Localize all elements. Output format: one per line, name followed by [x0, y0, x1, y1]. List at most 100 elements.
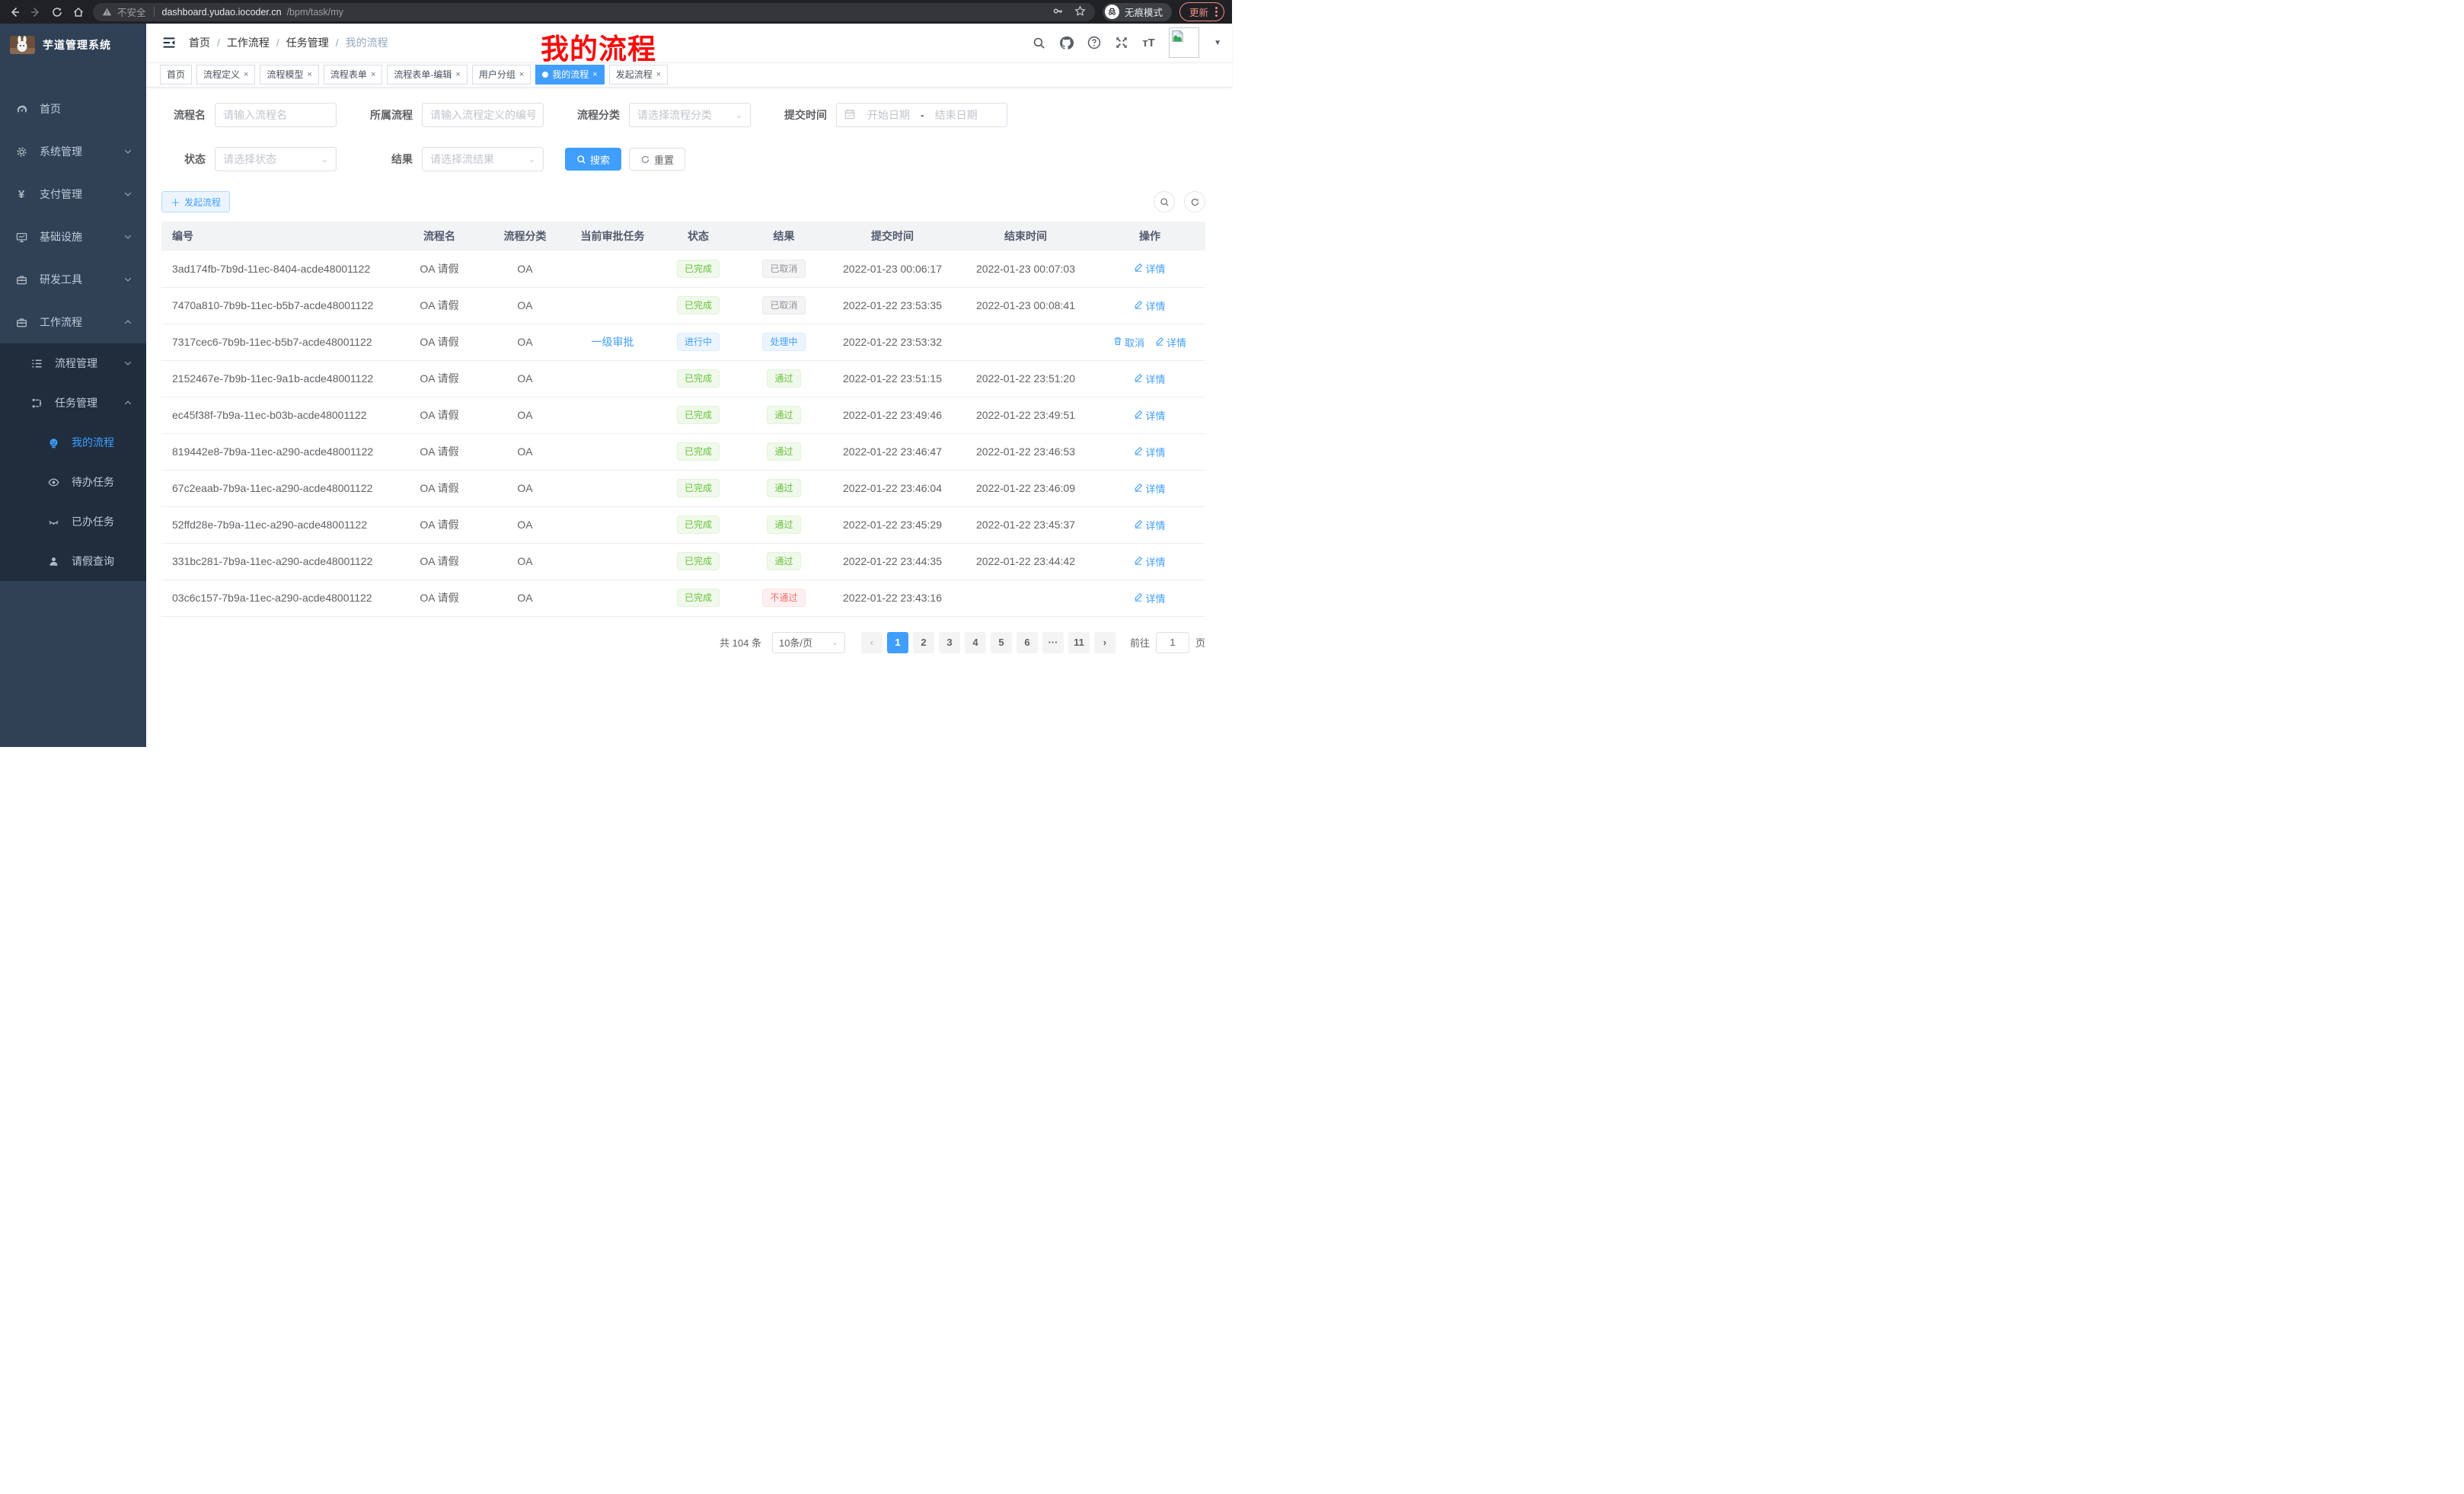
- header-search-icon[interactable]: [1032, 36, 1046, 50]
- fullscreen-icon[interactable]: [1114, 36, 1128, 50]
- url-host[interactable]: dashboard.yudao.iocoder.cn: [162, 7, 282, 18]
- browser-reload-icon[interactable]: [50, 5, 64, 19]
- gear-icon: [15, 145, 27, 158]
- start-date-placeholder[interactable]: 开始日期: [867, 107, 910, 123]
- reset-button[interactable]: 重置: [629, 148, 685, 171]
- sidebar-item-payment-mgmt[interactable]: ¥支付管理: [0, 173, 146, 215]
- sidebar-item-workflow[interactable]: 工作流程: [0, 301, 146, 343]
- detail-action-link[interactable]: 详情: [1155, 335, 1186, 350]
- detail-action-link[interactable]: 详情: [1134, 372, 1165, 386]
- submit-time: 2022-01-22 23:43:16: [828, 579, 957, 616]
- sidebar-item-done-task[interactable]: 已办任务: [0, 502, 146, 541]
- dashboard-icon: [15, 103, 27, 115]
- end-date-placeholder[interactable]: 结束日期: [935, 107, 978, 123]
- next-page-button[interactable]: ›: [1094, 632, 1116, 653]
- avatar-caret-icon[interactable]: ▼: [1214, 39, 1221, 47]
- detail-action-link[interactable]: 详情: [1134, 261, 1165, 276]
- browser-home-icon[interactable]: [72, 5, 85, 19]
- process-name-input[interactable]: 请输入流程名: [215, 103, 337, 127]
- sidebar-item-my-process[interactable]: 我的流程: [0, 423, 146, 462]
- sidebar-item-task-mgmt[interactable]: 任务管理: [0, 383, 146, 423]
- tab-首页[interactable]: 首页: [160, 65, 192, 85]
- tab-我的流程[interactable]: 我的流程×: [535, 65, 604, 85]
- browser-back-icon[interactable]: [8, 5, 21, 19]
- app-logo-row[interactable]: 芋道管理系统: [0, 24, 146, 66]
- process-id: 7470a810-7b9b-11ec-b5b7-acde48001122: [161, 287, 397, 324]
- page-button-4[interactable]: 4: [965, 632, 986, 653]
- status-select[interactable]: 请选择状态⌄: [215, 147, 337, 171]
- detail-action-link[interactable]: 详情: [1134, 591, 1165, 605]
- github-icon[interactable]: [1059, 36, 1074, 50]
- not-secure-label[interactable]: 不安全: [117, 5, 146, 19]
- address-bar[interactable]: 不安全 dashboard.yudao.iocoder.cn/bpm/task/…: [93, 3, 1095, 21]
- submit-time: 2022-01-22 23:53:32: [828, 324, 957, 360]
- chevron-down-icon: [123, 359, 132, 368]
- breadcrumb-workflow[interactable]: 工作流程: [227, 35, 270, 50]
- detail-action-link[interactable]: 详情: [1134, 554, 1165, 569]
- category-select[interactable]: 请选择流程分类⌄: [629, 103, 751, 127]
- process-definition-input[interactable]: 请输入流程定义的编号: [422, 103, 544, 127]
- sidebar-collapse-icon[interactable]: [161, 35, 177, 50]
- detail-action-link[interactable]: 详情: [1134, 445, 1165, 459]
- tab-流程表单[interactable]: 流程表单×: [324, 65, 382, 85]
- prev-page-button[interactable]: ‹: [861, 632, 883, 653]
- pager-ellipsis[interactable]: ···: [1042, 632, 1064, 653]
- page-size-select[interactable]: 10条/页⌄: [772, 632, 845, 653]
- cancel-action-link[interactable]: 取消: [1113, 335, 1144, 350]
- sidebar-item-system-mgmt[interactable]: 系统管理: [0, 130, 146, 173]
- sidebar-item-infrastructure[interactable]: 基础设施: [0, 215, 146, 258]
- app-title: 芋道管理系统: [43, 37, 111, 53]
- table-row: 331bc281-7b9a-11ec-a290-acde48001122OA 请…: [161, 543, 1205, 579]
- row-actions: 详情: [1094, 397, 1205, 433]
- close-icon[interactable]: ×: [455, 70, 460, 79]
- column-header: 结果: [740, 222, 828, 251]
- result-select[interactable]: 请选择流结果⌄: [422, 147, 544, 171]
- tab-流程定义[interactable]: 流程定义×: [196, 65, 255, 85]
- breadcrumb-task-mgmt[interactable]: 任务管理: [286, 35, 329, 50]
- close-icon[interactable]: ×: [592, 70, 597, 79]
- tab-发起流程[interactable]: 发起流程×: [609, 65, 668, 85]
- close-icon[interactable]: ×: [371, 70, 375, 79]
- sidebar-item-process-mgmt[interactable]: 流程管理: [0, 343, 146, 383]
- bookmark-star-icon[interactable]: [1074, 5, 1086, 19]
- search-button[interactable]: 搜索: [565, 148, 621, 171]
- close-icon[interactable]: ×: [244, 70, 248, 79]
- browser-menu-icon[interactable]: [1215, 7, 1218, 17]
- breadcrumb-home[interactable]: 首页: [189, 35, 210, 50]
- sidebar-item-home[interactable]: 首页: [0, 88, 146, 130]
- page-button-2[interactable]: 2: [913, 632, 934, 653]
- browser-update-button[interactable]: 更新: [1179, 2, 1224, 21]
- status-badge: 已完成: [677, 296, 720, 314]
- sidebar-item-leave-query[interactable]: 请假查询: [0, 541, 146, 581]
- font-size-icon[interactable]: ᴛT: [1141, 36, 1156, 50]
- tab-流程模型[interactable]: 流程模型×: [260, 65, 318, 85]
- sidebar-item-dev-tools[interactable]: 研发工具: [0, 258, 146, 301]
- close-icon[interactable]: ×: [307, 70, 311, 79]
- page-button-3[interactable]: 3: [939, 632, 960, 653]
- detail-action-link[interactable]: 详情: [1134, 408, 1165, 423]
- tab-流程表单-编辑[interactable]: 流程表单-编辑×: [387, 65, 467, 85]
- user-avatar[interactable]: [1169, 27, 1199, 58]
- close-icon[interactable]: ×: [519, 70, 524, 79]
- refresh-table-button[interactable]: [1184, 191, 1205, 212]
- create-process-button[interactable]: ＋ 发起流程: [161, 191, 230, 212]
- page-button-6[interactable]: 6: [1017, 632, 1038, 653]
- password-key-icon[interactable]: [1052, 5, 1064, 19]
- current-task-link[interactable]: 一级审批: [592, 336, 634, 348]
- page-button-11[interactable]: 11: [1068, 632, 1090, 653]
- close-icon[interactable]: ×: [656, 70, 661, 79]
- sidebar-item-todo-task[interactable]: 待办任务: [0, 462, 146, 502]
- page-button-1[interactable]: 1: [887, 632, 908, 653]
- tab-用户分组[interactable]: 用户分组×: [472, 65, 531, 85]
- submit-time-range-picker[interactable]: 开始日期 - 结束日期: [836, 103, 1007, 127]
- show-search-toggle-button[interactable]: [1154, 191, 1175, 212]
- browser-forward-icon[interactable]: [29, 5, 43, 19]
- status-badge: 已完成: [677, 479, 720, 497]
- page-button-5[interactable]: 5: [991, 632, 1012, 653]
- detail-action-link[interactable]: 详情: [1134, 298, 1165, 313]
- submit-time: 2022-01-22 23:49:46: [828, 397, 957, 433]
- detail-action-link[interactable]: 详情: [1134, 481, 1165, 496]
- goto-page-input[interactable]: 1: [1156, 632, 1189, 653]
- help-icon[interactable]: [1087, 36, 1101, 50]
- detail-action-link[interactable]: 详情: [1134, 518, 1165, 532]
